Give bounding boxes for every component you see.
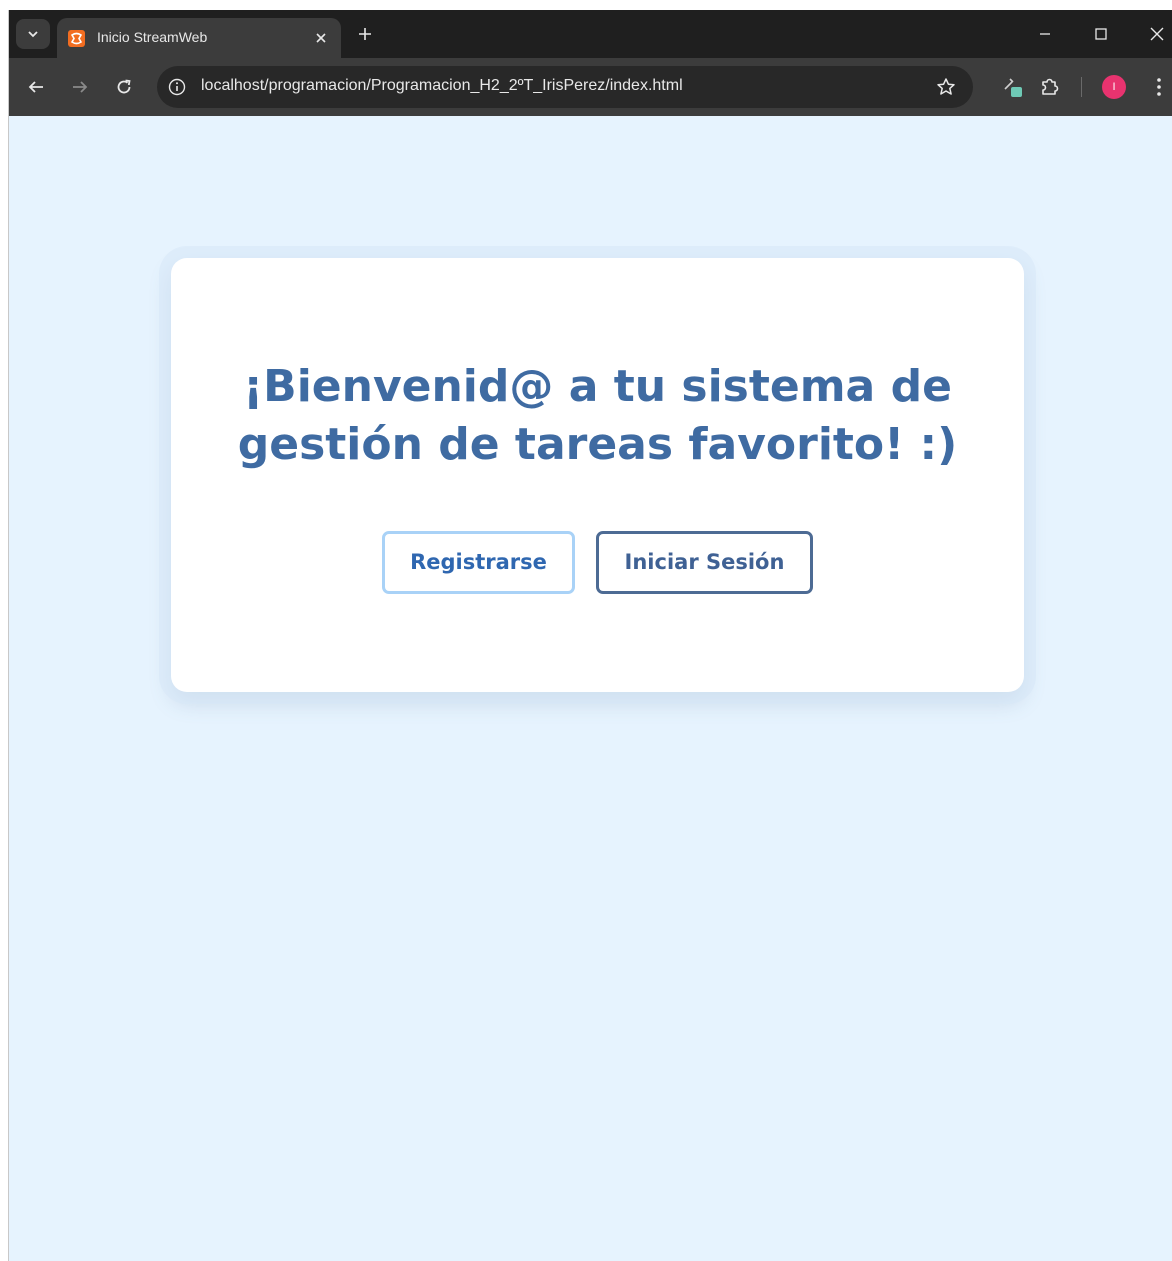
reload-icon[interactable]: [110, 73, 138, 101]
profile-avatar[interactable]: I: [1102, 75, 1126, 99]
site-info-icon[interactable]: [167, 77, 187, 97]
welcome-card: ¡Bienvenid@ a tu sistema de gestión de t…: [171, 258, 1024, 692]
tab-title: Inicio StreamWeb: [97, 29, 208, 45]
new-tab-button[interactable]: [353, 22, 377, 46]
back-arrow-icon[interactable]: [22, 73, 50, 101]
xampp-favicon-icon: [68, 30, 85, 47]
chevron-down-icon: [27, 25, 39, 44]
maximize-icon[interactable]: [1087, 20, 1115, 48]
toolbar-divider: [1081, 77, 1082, 97]
extensions-puzzle-icon[interactable]: [1036, 73, 1064, 101]
bookmark-star-icon[interactable]: [935, 76, 957, 98]
close-window-icon[interactable]: [1143, 20, 1171, 48]
browser-window: Inicio StreamWeb localhost/programacion/…: [8, 10, 1172, 1261]
address-bar[interactable]: localhost/programacion/Programacion_H2_2…: [157, 66, 973, 108]
browser-toolbar: localhost/programacion/Programacion_H2_2…: [9, 58, 1172, 116]
tab-search-button[interactable]: [16, 19, 50, 49]
page-viewport: ¡Bienvenid@ a tu sistema de gestión de t…: [9, 116, 1172, 1261]
forward-arrow-icon[interactable]: [66, 73, 94, 101]
tab-close-icon[interactable]: [311, 28, 331, 48]
register-button[interactable]: Registrarse: [382, 531, 575, 594]
extension-edit-icon[interactable]: [999, 73, 1027, 101]
tab-strip: Inicio StreamWeb: [9, 10, 1172, 58]
more-menu-icon[interactable]: [1145, 73, 1172, 101]
login-button[interactable]: Iniciar Sesión: [596, 531, 813, 594]
welcome-heading: ¡Bienvenid@ a tu sistema de gestión de t…: [237, 361, 958, 470]
url-text: localhost/programacion/Programacion_H2_2…: [201, 77, 683, 94]
minimize-icon[interactable]: [1031, 20, 1059, 48]
tab-active[interactable]: Inicio StreamWeb: [57, 18, 341, 58]
